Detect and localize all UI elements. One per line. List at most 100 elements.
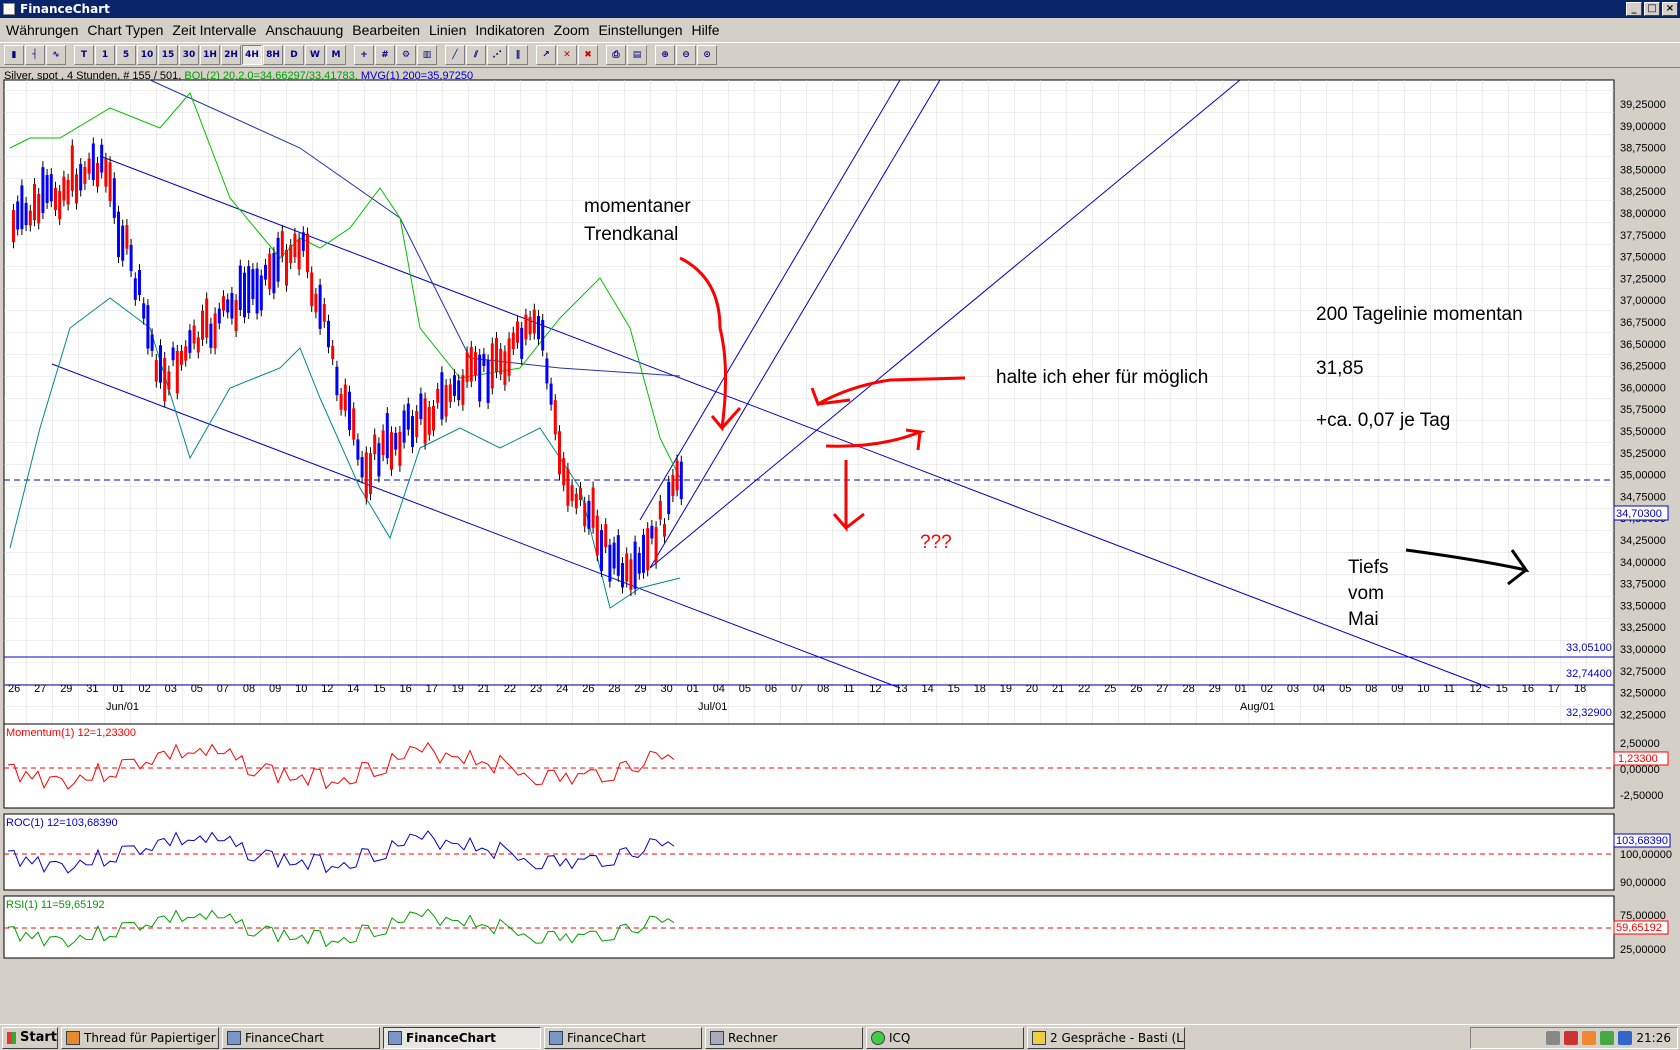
delete-all-icon[interactable]: ✖ — [578, 45, 598, 65]
security-icon[interactable] — [1564, 1031, 1579, 1045]
channel-icon[interactable]: ⫽ — [466, 45, 486, 65]
price-tick-label: 37,00000 — [1620, 295, 1666, 307]
maximize-button[interactable]: □ — [1644, 2, 1660, 16]
close-button[interactable]: × — [1662, 2, 1678, 16]
minimize-button[interactable]: _ — [1626, 2, 1642, 16]
menu-anschauung[interactable]: Anschauung — [265, 22, 352, 38]
bar-chart-icon[interactable]: ┤ — [25, 45, 45, 65]
menu-bearbeiten[interactable]: Bearbeiten — [352, 22, 429, 38]
task-chat[interactable]: 2 Gespräche - Basti (LA-FF) — [1027, 1026, 1185, 1049]
grid-icon[interactable]: # — [375, 45, 395, 65]
month-jun: Jun/01 — [106, 701, 139, 713]
candle-body — [41, 167, 45, 213]
candle-body — [28, 210, 32, 226]
candle-body — [222, 296, 225, 311]
interval-10-button[interactable]: 10 — [137, 45, 157, 65]
task-financechart-1[interactable]: FinanceChart — [222, 1026, 380, 1049]
date-tick-label: 28 — [608, 683, 620, 695]
candle-body — [448, 384, 452, 403]
preview-icon[interactable]: ▤ — [627, 45, 647, 65]
task-browser[interactable]: Thread für Papiertiger - ... — [61, 1026, 219, 1049]
volume-icon[interactable] — [1618, 1031, 1633, 1045]
candle-body — [499, 348, 503, 375]
menu-hilfe[interactable]: Hilfe — [692, 22, 729, 38]
interval-8h-button[interactable]: 8H — [263, 45, 283, 65]
menu-waehrungen[interactable]: Währungen — [6, 22, 87, 38]
crosshair-icon[interactable]: + — [354, 45, 374, 65]
annotation-200-3: +ca. 0,07 je Tag — [1316, 410, 1450, 431]
menu-zoom[interactable]: Zoom — [554, 22, 599, 38]
candle-chart-icon[interactable]: ▮ — [4, 45, 24, 65]
price-tick-label: 34,00000 — [1620, 557, 1666, 569]
candle-body — [142, 303, 146, 319]
interval-30-button[interactable]: 30 — [179, 45, 199, 65]
interval-2h-button[interactable]: 2H — [221, 45, 241, 65]
price-tick-label: 37,50000 — [1620, 252, 1666, 264]
date-tick-label: 01 — [112, 683, 124, 695]
price-tick-label: 35,00000 — [1620, 470, 1666, 482]
icq-tray-icon[interactable] — [1600, 1031, 1615, 1045]
menu-einstellungen[interactable]: Einstellungen — [598, 22, 691, 38]
settings-icon[interactable]: ⚙ — [396, 45, 416, 65]
candle-body — [663, 524, 666, 537]
zoom-reset-icon[interactable]: ⊙ — [697, 45, 717, 65]
print-icon[interactable]: ⎙ — [606, 45, 626, 65]
candle-body — [259, 275, 263, 311]
candle-body — [209, 323, 213, 348]
candle-body — [117, 211, 120, 258]
candle-body — [234, 300, 238, 332]
interval-5-button[interactable]: 5 — [116, 45, 136, 65]
interval-m-button[interactable]: M — [326, 45, 346, 65]
interval-1h-button[interactable]: 1H — [200, 45, 220, 65]
date-tick-label: 29 — [60, 683, 72, 695]
candle-body — [482, 353, 486, 366]
candle-body — [461, 375, 465, 405]
momentum-label: Momentum(1) 12=1,23300 — [6, 727, 136, 739]
line-chart-icon[interactable]: ∿ — [46, 45, 66, 65]
menu-linien[interactable]: Linien — [429, 22, 475, 38]
zoom-out-icon[interactable]: ⊖ — [676, 45, 696, 65]
candle-body — [658, 500, 662, 520]
update-icon[interactable] — [1582, 1031, 1597, 1045]
menu-indikatoren[interactable]: Indikatoren — [475, 22, 553, 38]
interval-1-button[interactable]: 1 — [95, 45, 115, 65]
date-tick-label: 15 — [373, 683, 385, 695]
candle-body — [469, 347, 473, 382]
menu-chart-typen[interactable]: Chart Typen — [87, 22, 172, 38]
volume-icon[interactable]: ▥ — [417, 45, 437, 65]
start-button[interactable]: Start — [2, 1026, 58, 1049]
price-chart[interactable]: 39,25000 39,00000 38,75000 38,50000 38,25000… — [0, 68, 1680, 1024]
momentum-axis-mid: 0,00000 — [1620, 764, 1660, 776]
date-tick-label: 01 — [1235, 683, 1247, 695]
task-rechner[interactable]: Rechner — [705, 1026, 863, 1049]
candle-body — [129, 244, 133, 272]
network-icon[interactable] — [1546, 1031, 1561, 1045]
candle-body — [364, 452, 368, 499]
date-tick-label: 05 — [1339, 683, 1351, 695]
menu-zeit-intervalle[interactable]: Zeit Intervalle — [172, 22, 265, 38]
delete-icon[interactable]: ✕ — [557, 45, 577, 65]
interval-4h-button[interactable]: 4H — [242, 45, 262, 65]
trendline-icon[interactable]: ╱ — [445, 45, 465, 65]
momentum-axis-low: -2,50000 — [1620, 790, 1663, 802]
candle-body — [432, 405, 435, 431]
task-icq[interactable]: ICQ — [866, 1026, 1024, 1049]
interval-d-button[interactable]: D — [284, 45, 304, 65]
candle-body — [667, 481, 671, 515]
fan-icon[interactable]: ⋰ — [487, 45, 507, 65]
candle-body — [402, 410, 406, 443]
candle-body — [20, 185, 24, 230]
date-tick-label: 11 — [1444, 683, 1455, 695]
zoom-in-icon[interactable]: ⊕ — [655, 45, 675, 65]
rsi-axis-low: 25,00000 — [1620, 944, 1666, 956]
interval-15-button[interactable]: 15 — [158, 45, 178, 65]
task-financechart-2[interactable]: FinanceChart — [383, 1026, 541, 1049]
candle-body — [616, 535, 620, 576]
interval-t-button[interactable]: T — [74, 45, 94, 65]
parallel-icon[interactable]: ∥ — [508, 45, 528, 65]
candle-body — [272, 253, 276, 294]
interval-w-button[interactable]: W — [305, 45, 325, 65]
task-financechart-3[interactable]: FinanceChart — [544, 1026, 702, 1049]
line-tool-icon[interactable]: ↗ — [536, 45, 556, 65]
candle-body — [150, 334, 154, 351]
